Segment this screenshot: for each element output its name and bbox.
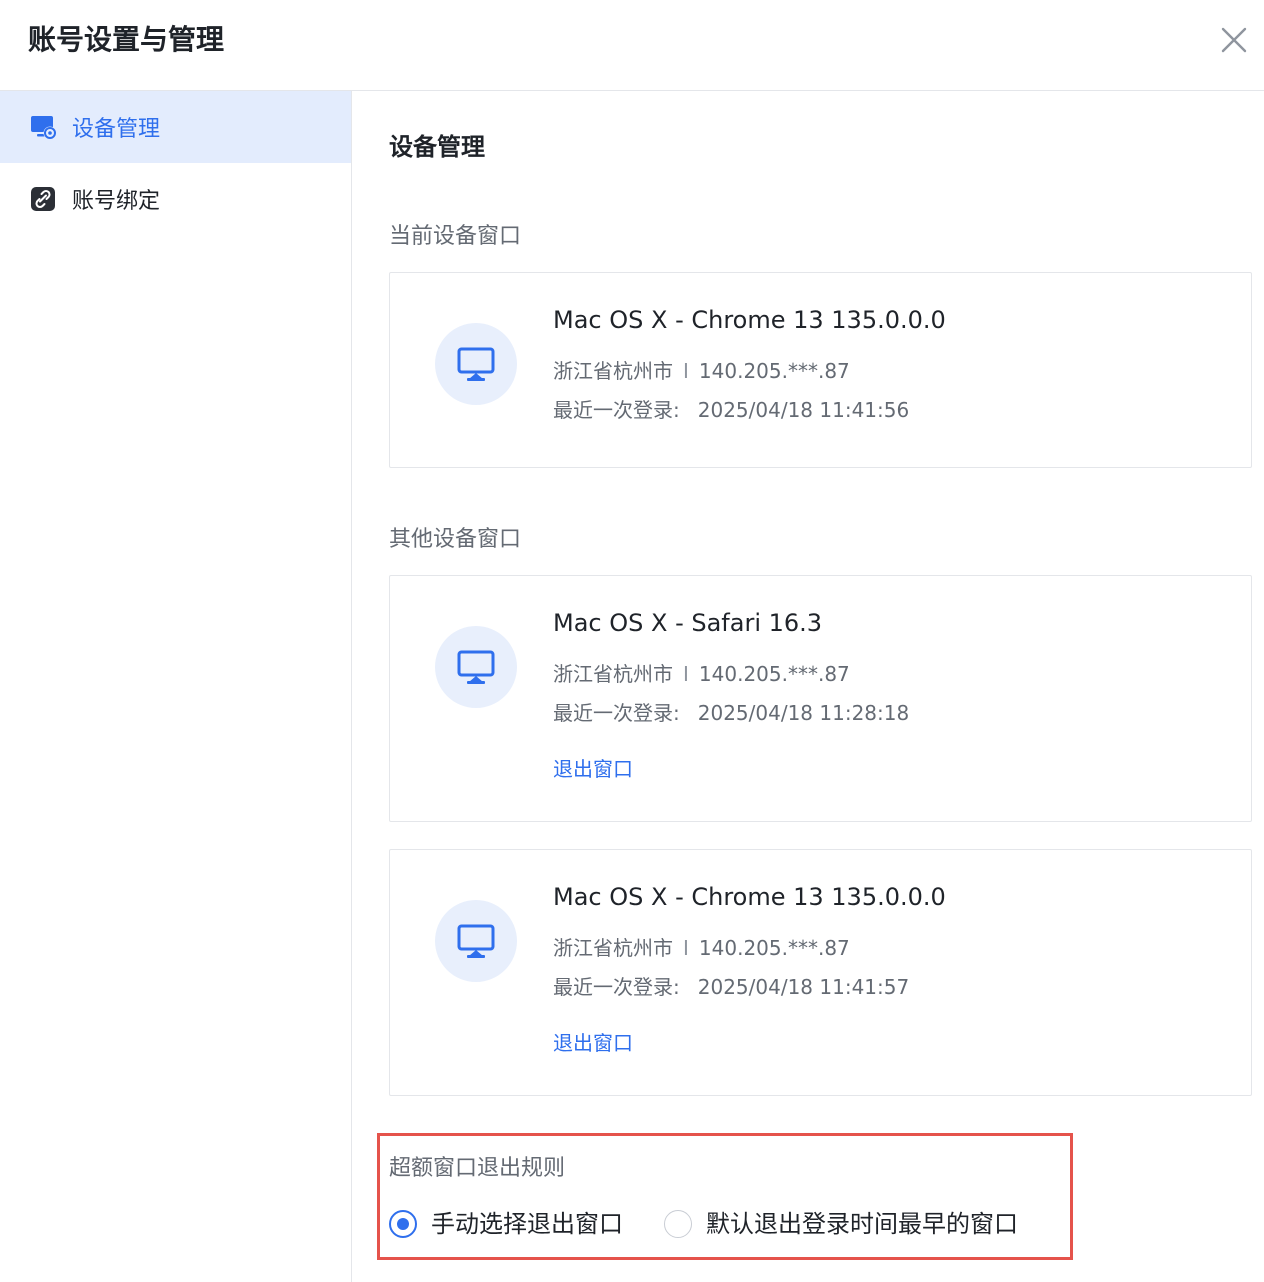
device-location-city: 浙江省杭州市 bbox=[553, 936, 673, 960]
sidebar-item-account-binding[interactable]: 账号绑定 bbox=[0, 163, 351, 235]
device-location: 浙江省杭州市 I 140.205.***.87 bbox=[553, 660, 850, 688]
radio-option-manual[interactable]: 手动选择退出窗口 bbox=[389, 1208, 623, 1240]
dialog-header: 账号设置与管理 bbox=[0, 0, 1264, 91]
device-location-city: 浙江省杭州市 bbox=[553, 662, 673, 686]
other-device-section-label: 其他设备窗口 bbox=[389, 527, 522, 552]
meta-separator: I bbox=[683, 936, 689, 960]
radio-label: 手动选择退出窗口 bbox=[431, 1210, 623, 1238]
device-location-city: 浙江省杭州市 bbox=[553, 359, 673, 383]
device-card: Mac OS X - Chrome 13 135.0.0.0 浙江省杭州市 I 14… bbox=[389, 849, 1252, 1096]
device-last-login: 最近一次登录: 2025/04/18 11:28:18 bbox=[553, 699, 909, 727]
radio-option-earliest[interactable]: 默认退出登录时间最早的窗口 bbox=[664, 1208, 1018, 1240]
monitor-icon bbox=[435, 900, 517, 982]
monitor-icon bbox=[435, 626, 517, 708]
device-ip: 140.205.***.87 bbox=[698, 936, 850, 960]
logout-window-link[interactable]: 退出窗口 bbox=[553, 1029, 633, 1057]
last-login-label: 最近一次登录: bbox=[553, 975, 680, 999]
logout-window-link[interactable]: 退出窗口 bbox=[553, 755, 633, 783]
device-ip: 140.205.***.87 bbox=[698, 662, 850, 686]
dialog-title: 账号设置与管理 bbox=[28, 23, 225, 56]
current-device-section-label: 当前设备窗口 bbox=[389, 224, 522, 249]
device-settings-icon bbox=[28, 112, 58, 142]
exit-rule-section: 超额窗口退出规则 手动选择退出窗口 默认退出登录时间最早的窗口 bbox=[377, 1133, 1073, 1260]
last-login-time: 2025/04/18 11:41:56 bbox=[697, 398, 910, 422]
device-location: 浙江省杭州市 I 140.205.***.87 bbox=[553, 934, 850, 962]
last-login-time: 2025/04/18 11:28:18 bbox=[697, 701, 910, 725]
last-login-label: 最近一次登录: bbox=[553, 701, 680, 725]
last-login-label: 最近一次登录: bbox=[553, 398, 680, 422]
device-name: Mac OS X - Safari 16.3 bbox=[553, 609, 823, 637]
device-location: 浙江省杭州市 I 140.205.***.87 bbox=[553, 357, 850, 385]
account-settings-dialog: 账号设置与管理 设备管理 账号绑定 设备管理 当前设备窗口 Mac OS X -… bbox=[0, 0, 1264, 1282]
meta-separator: I bbox=[683, 662, 689, 686]
radio-button-checked[interactable] bbox=[389, 1210, 417, 1238]
meta-separator: I bbox=[683, 359, 689, 383]
exit-rule-title: 超额窗口退出规则 bbox=[389, 1156, 566, 1181]
link-icon bbox=[28, 184, 58, 214]
close-button[interactable] bbox=[1218, 24, 1250, 56]
device-card-current: Mac OS X - Chrome 13 135.0.0.0 浙江省杭州市 I 14… bbox=[389, 272, 1252, 468]
last-login-time: 2025/04/18 11:41:57 bbox=[697, 975, 910, 999]
monitor-icon bbox=[435, 323, 517, 405]
device-name: Mac OS X - Chrome 13 135.0.0.0 bbox=[553, 883, 946, 911]
device-last-login: 最近一次登录: 2025/04/18 11:41:57 bbox=[553, 973, 909, 1001]
page-title: 设备管理 bbox=[389, 133, 485, 161]
sidebar-item-label: 账号绑定 bbox=[72, 189, 161, 214]
sidebar-item-device-management[interactable]: 设备管理 bbox=[0, 91, 351, 163]
sidebar-item-label: 设备管理 bbox=[72, 117, 161, 142]
radio-button-unchecked[interactable] bbox=[664, 1210, 692, 1238]
sidebar: 设备管理 账号绑定 bbox=[0, 91, 352, 1282]
close-icon bbox=[1221, 27, 1247, 53]
device-name: Mac OS X - Chrome 13 135.0.0.0 bbox=[553, 306, 946, 334]
device-last-login: 最近一次登录: 2025/04/18 11:41:56 bbox=[553, 396, 909, 424]
radio-label: 默认退出登录时间最早的窗口 bbox=[706, 1210, 1018, 1238]
device-ip: 140.205.***.87 bbox=[698, 359, 850, 383]
device-card: Mac OS X - Safari 16.3 浙江省杭州市 I 140.205.**… bbox=[389, 575, 1252, 822]
